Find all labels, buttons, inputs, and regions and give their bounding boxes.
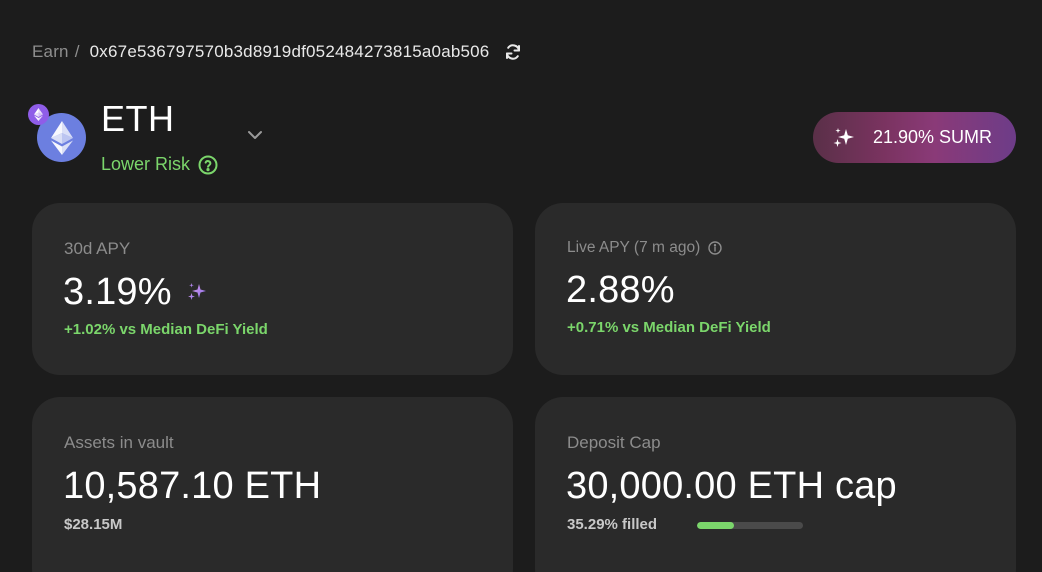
risk-label: Lower Risk	[101, 154, 191, 174]
refresh-icon[interactable]	[503, 42, 523, 62]
deposit-cap-filled-label: 35.29% filled	[567, 516, 658, 533]
risk-indicator: Lower Risk	[101, 154, 218, 175]
ethereum-network-icon	[28, 104, 49, 125]
vault-page: Earn / 0x67e536797570b3d8919df0524842738…	[0, 0, 1042, 572]
live-apy-comparison: +0.71% vs Median DeFi Yield	[567, 319, 771, 336]
deposit-cap-value: 30,000.00 ETH cap	[566, 464, 897, 507]
breadcrumb: Earn / 0x67e536797570b3d8919df0524842738…	[32, 40, 523, 64]
help-circle-icon[interactable]	[198, 155, 218, 175]
sparkle-icon	[831, 125, 857, 151]
vault-address: 0x67e536797570b3d8919df052484273815a0ab5…	[89, 42, 490, 61]
deposit-cap-label: Deposit Cap	[567, 433, 661, 452]
live-apy-value: 2.88%	[566, 268, 675, 311]
breadcrumb-earn-link[interactable]: Earn	[32, 42, 69, 62]
live-apy-label-row: Live APY (7 m ago)	[567, 239, 722, 257]
assets-value: 10,587.10 ETH	[63, 464, 322, 507]
sumr-reward-button[interactable]: 21.90% SUMR	[813, 112, 1016, 163]
deposit-cap-card: Deposit Cap 30,000.00 ETH cap 35.29% fil…	[535, 397, 1016, 572]
deposit-cap-progress-fill	[697, 522, 735, 529]
assets-usd-value: $28.15M	[64, 516, 123, 533]
live-apy-card: Live APY (7 m ago) 2.88% +0.71% vs Media…	[535, 203, 1016, 375]
chevron-down-icon[interactable]	[246, 126, 264, 144]
apy-30d-value: 3.19%	[63, 270, 172, 313]
assets-card: Assets in vault 10,587.10 ETH $28.15M	[32, 397, 513, 572]
apy-30d-card: 30d APY 3.19% +1.02% vs Median DeFi Yiel…	[32, 203, 513, 375]
apy-30d-value-row: 3.19%	[63, 269, 208, 315]
deposit-cap-progress-bar	[697, 522, 803, 529]
apy-30d-comparison: +1.02% vs Median DeFi Yield	[64, 321, 268, 338]
token-icon-group	[28, 104, 88, 164]
token-title: ETH	[101, 98, 175, 139]
apy-30d-label: 30d APY	[64, 239, 131, 258]
sumr-reward-label: 21.90% SUMR	[873, 127, 993, 147]
live-apy-label: Live APY (7 m ago)	[567, 239, 701, 256]
assets-label: Assets in vault	[64, 433, 174, 452]
info-icon[interactable]	[708, 241, 722, 255]
breadcrumb-separator: /	[74, 42, 80, 61]
sparkle-icon	[186, 281, 208, 303]
